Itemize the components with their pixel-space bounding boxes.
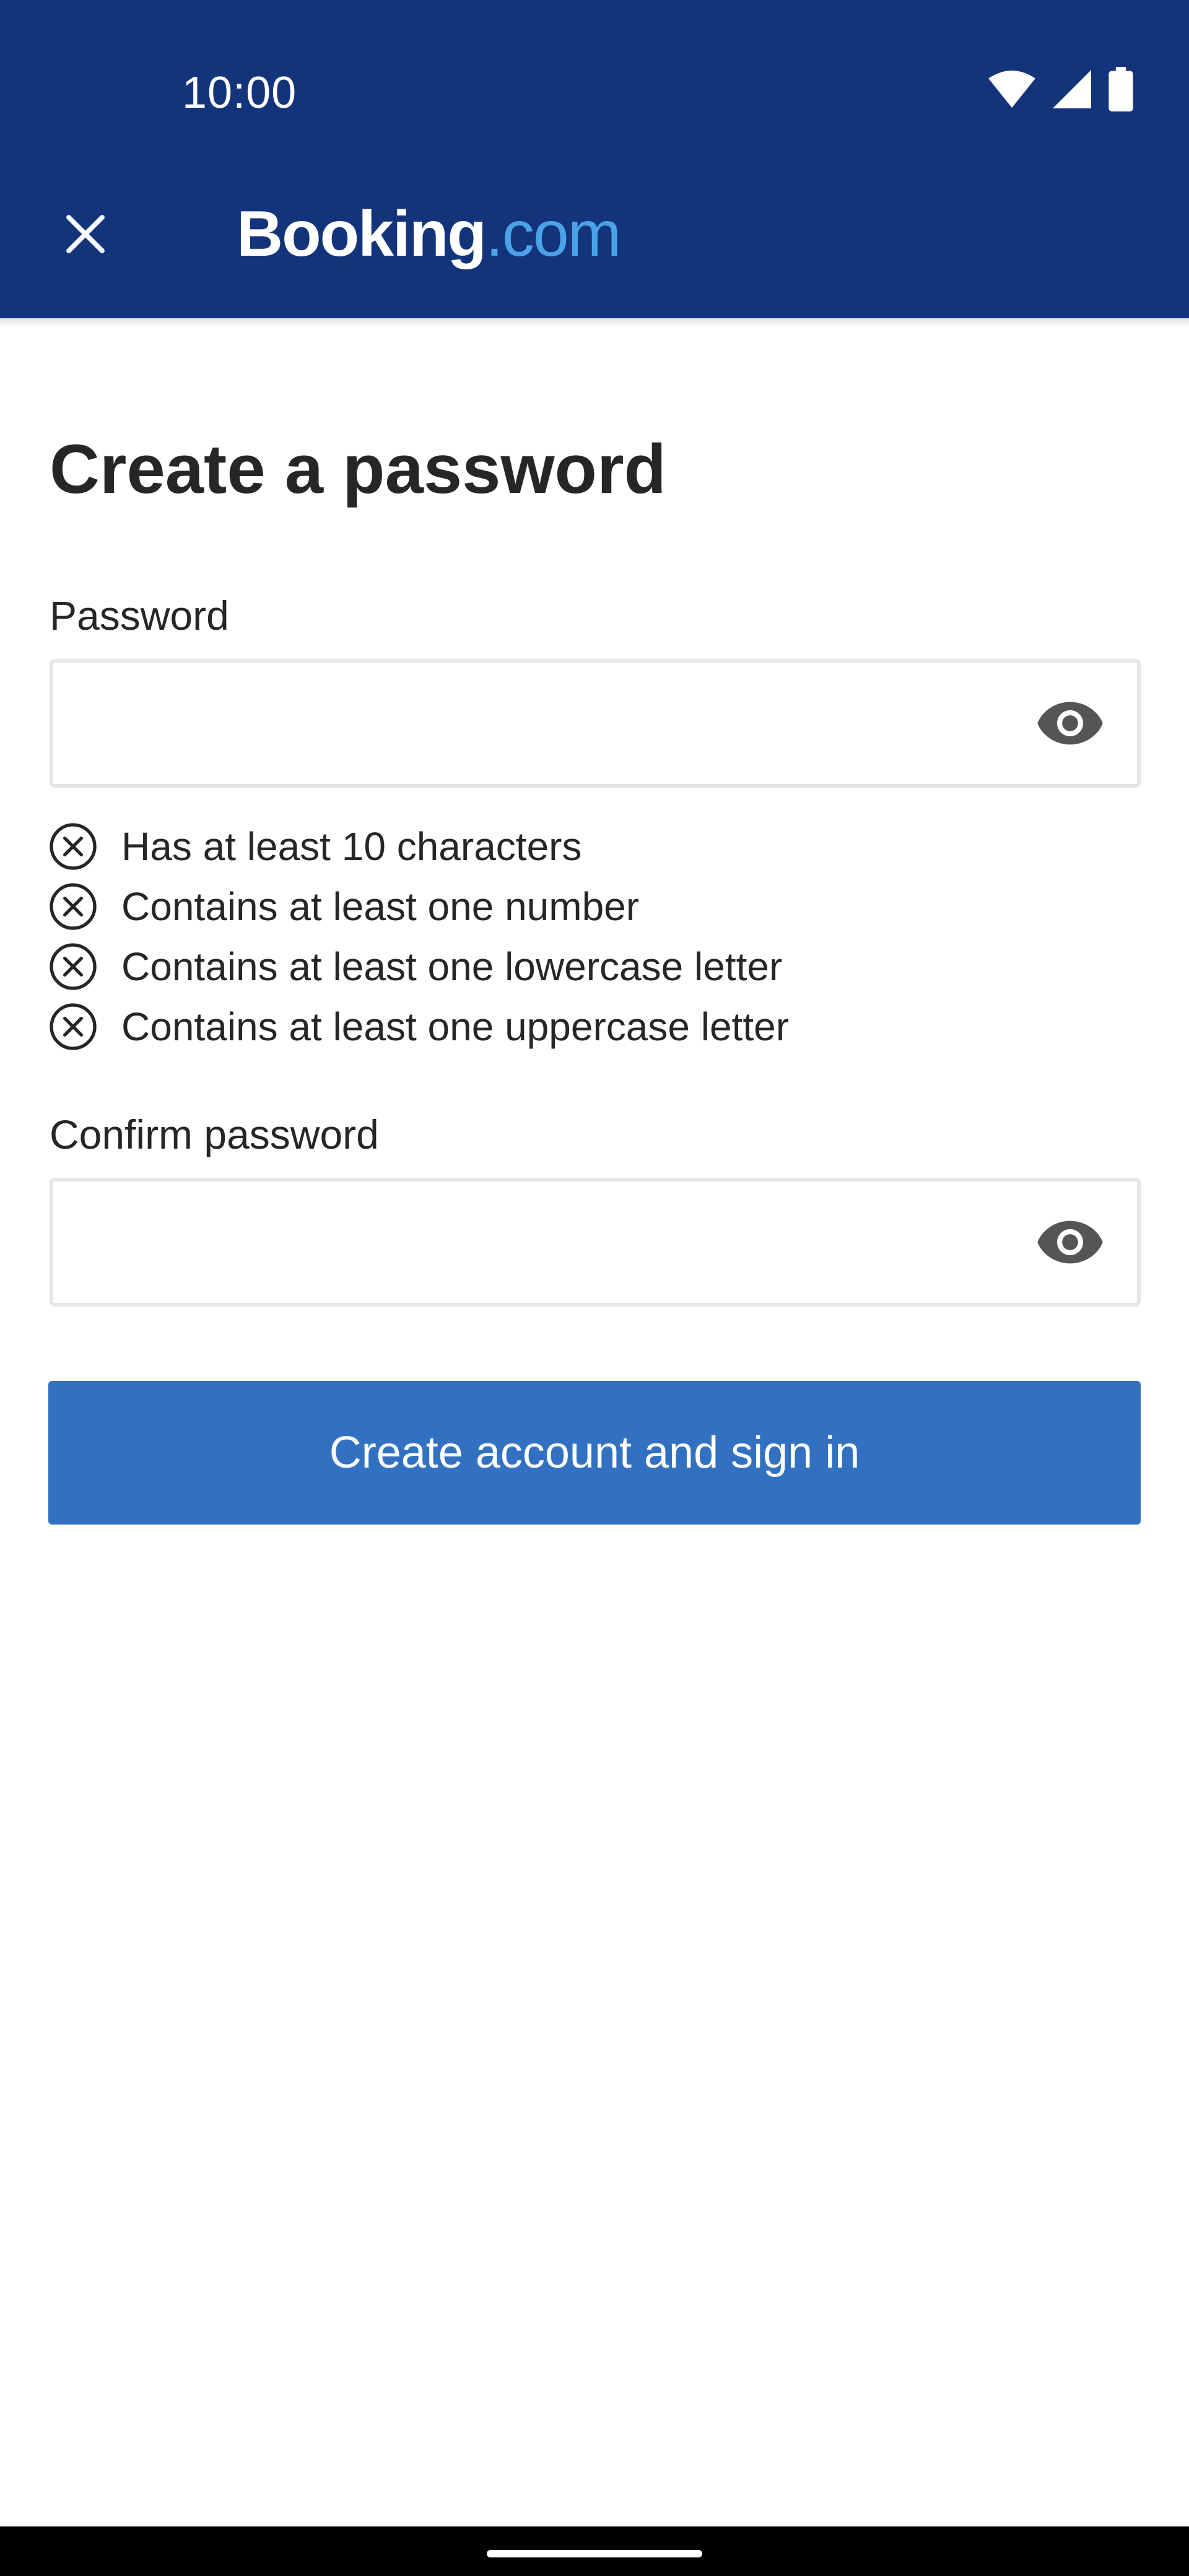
show-password-button[interactable] <box>1034 689 1106 758</box>
confirm-password-field[interactable] <box>50 1178 1141 1307</box>
password-field[interactable] <box>50 659 1141 788</box>
x-circle-icon <box>47 941 99 993</box>
requirement-text: Contains at least one number <box>121 884 640 929</box>
page-title: Create a password <box>50 430 666 508</box>
requirement-text: Contains at least one lowercase letter <box>121 944 783 989</box>
x-circle-icon <box>47 820 99 872</box>
eye-icon <box>1037 1221 1103 1264</box>
status-icons <box>988 67 1133 111</box>
close-icon <box>66 215 105 253</box>
show-confirm-password-button[interactable] <box>1034 1208 1106 1277</box>
create-account-button[interactable]: Create account and sign in <box>48 1381 1141 1525</box>
confirm-password-input[interactable] <box>72 1181 1001 1303</box>
requirement-item: Contains at least one lowercase letter <box>47 936 789 996</box>
requirement-item: Contains at least one number <box>47 876 789 936</box>
logo-main: Booking <box>237 198 487 270</box>
password-label: Password <box>50 593 229 638</box>
status-time: 10:00 <box>182 68 297 118</box>
x-circle-icon <box>47 881 99 933</box>
header-shadow <box>0 318 1189 327</box>
password-requirements: Has at least 10 characters Contains at l… <box>47 816 789 1056</box>
eye-icon <box>1037 702 1103 745</box>
home-gesture-handle[interactable] <box>487 2550 702 2557</box>
password-input[interactable] <box>72 663 1001 784</box>
close-button[interactable] <box>48 197 123 271</box>
logo-tld: .com <box>485 198 621 270</box>
app-header: 10:00 Booking.com <box>0 0 1189 318</box>
requirement-item: Has at least 10 characters <box>47 816 789 876</box>
booking-logo: Booking.com <box>237 196 621 272</box>
requirement-text: Contains at least one uppercase letter <box>121 1004 789 1049</box>
wifi-icon <box>988 71 1035 108</box>
requirement-text: Has at least 10 characters <box>121 824 582 869</box>
cell-signal-icon <box>1053 70 1091 108</box>
confirm-password-label: Confirm password <box>50 1112 379 1157</box>
battery-icon <box>1108 67 1133 111</box>
x-circle-icon <box>47 1001 99 1053</box>
requirement-item: Contains at least one uppercase letter <box>47 996 789 1056</box>
